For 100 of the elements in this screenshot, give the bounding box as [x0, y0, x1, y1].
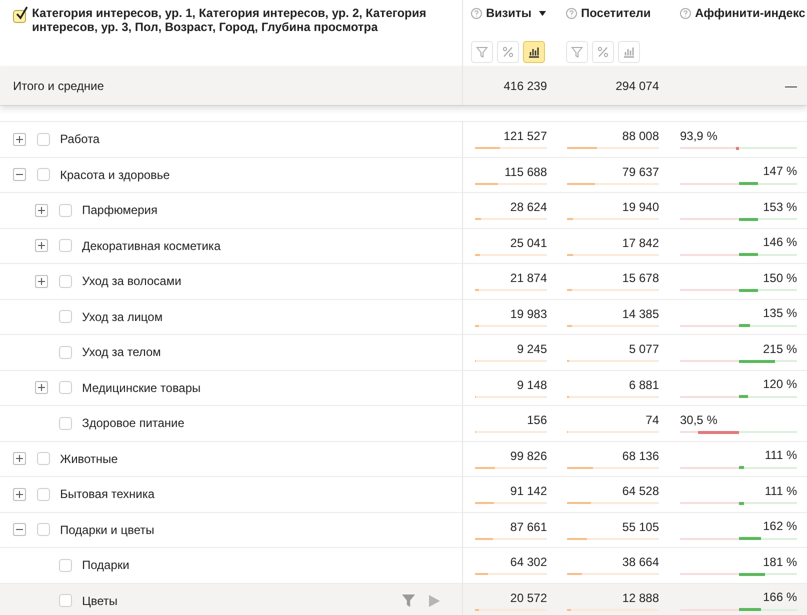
checkbox[interactable]: [37, 523, 50, 536]
visits-value: 19 983: [509, 306, 547, 322]
category-name: Цветы: [82, 592, 119, 610]
visitors-value: 68 136: [621, 448, 659, 464]
table-row[interactable]: Работа 121 527 88 008 93,9 %: [0, 122, 807, 158]
affinity-value: 135 %: [762, 306, 797, 322]
category-name: Декоративная косметика: [82, 238, 222, 255]
table-row[interactable]: Медицинские товары 9 148 6 881 120 %: [0, 370, 807, 406]
filter-button[interactable]: [471, 41, 493, 63]
filter-button[interactable]: [566, 41, 588, 63]
bar-chart-icon: [528, 46, 540, 58]
checkbox[interactable]: [37, 132, 50, 146]
visits-value: 99 826: [509, 448, 547, 464]
visits-value: 87 661: [509, 520, 547, 535]
column-header[interactable]: Аффинити-индекс: [695, 4, 806, 22]
category-name: Здоровое питание: [82, 415, 186, 432]
category-name: Животные: [60, 450, 119, 468]
plus-icon: [15, 134, 24, 144]
checkbox[interactable]: [59, 416, 72, 430]
percent-button[interactable]: [592, 41, 614, 63]
category-name: Подарки и цветы: [60, 522, 156, 539]
plus-icon: [37, 241, 46, 250]
percent-icon: [502, 46, 514, 58]
column-header[interactable]: Визиты: [486, 4, 546, 22]
table-row[interactable]: Подарки 64 302 38 664 181 %: [0, 548, 807, 584]
affinity-value: 166 %: [762, 590, 797, 606]
visits-value: 21 874: [509, 271, 547, 286]
affinity-total: —: [784, 78, 798, 94]
checkbox[interactable]: [37, 452, 50, 466]
filter-icon: [476, 46, 488, 58]
visits-value: 91 142: [509, 484, 547, 500]
table-row[interactable]: Животные 99 826 68 136 111 %: [0, 442, 807, 477]
help-icon[interactable]: [471, 8, 482, 18]
affinity-value: 153 %: [762, 200, 797, 215]
help-icon[interactable]: [680, 8, 691, 18]
expand-toggle[interactable]: [13, 452, 26, 466]
collapse-toggle[interactable]: [13, 523, 26, 536]
table-row[interactable]: Бытовая техника 91 142 64 528 111 %: [0, 477, 807, 512]
affinity-value: 120 %: [762, 377, 797, 392]
column-header[interactable]: Посетители: [581, 4, 651, 22]
table-row[interactable]: Декоративная косметика 25 041 17 842 146 %: [0, 228, 807, 264]
visitors-value: 38 664: [621, 555, 659, 570]
checkbox[interactable]: [37, 168, 50, 182]
checkbox[interactable]: [59, 346, 72, 359]
table-row[interactable]: Уход за телом 9 245 5 077 215 %: [0, 335, 807, 370]
help-icon[interactable]: [566, 8, 577, 18]
category-name: Парфюмерия: [82, 202, 159, 220]
expand-toggle[interactable]: [35, 381, 48, 394]
affinity-value: 215 %: [762, 342, 797, 357]
visits-value: 9 148: [516, 378, 547, 393]
dimensions-title: Категория интересов, ур. 1, Категория интересов, ур. 2, Категория интересов, ур. 3, Пол, Возраст, Город, Глубина просмотра: [32, 6, 428, 34]
table-row[interactable]: Уход за лицом 19 983 14 385 135 %: [0, 300, 807, 335]
affinity-value: 146 %: [762, 235, 797, 250]
table-row[interactable]: Цветы 20 572 12 888 166 %: [0, 584, 807, 615]
checkbox[interactable]: [37, 488, 50, 501]
visits-value: 64 302: [509, 555, 547, 570]
checkbox[interactable]: [59, 558, 72, 572]
visits-value: 156: [526, 413, 547, 428]
visitors-value: 5 077: [628, 342, 659, 358]
totals-label: Итого и средние: [0, 66, 463, 105]
visits-total: 416 239: [502, 78, 548, 94]
checkbox[interactable]: [59, 594, 72, 608]
category-name: Уход за волосами: [82, 273, 182, 290]
expand-toggle[interactable]: [35, 274, 48, 288]
filter-icon: [571, 46, 583, 58]
affinity-value: 162 %: [762, 519, 797, 534]
bar-chart-icon: [623, 46, 635, 58]
expand-toggle[interactable]: [35, 239, 48, 252]
visitors-value: 15 678: [621, 271, 659, 286]
visitors-value: 12 888: [621, 590, 659, 606]
checkbox[interactable]: [59, 274, 72, 288]
visitors-value: 14 385: [621, 306, 659, 322]
visitors-value: 17 842: [621, 236, 659, 251]
visits-value: 25 041: [509, 236, 547, 251]
table-row[interactable]: Уход за волосами 21 874 15 678 150 %: [0, 264, 807, 300]
table-row[interactable]: Здоровое питание 156 74 30,5 %: [0, 406, 807, 442]
visits-value: 121 527: [502, 129, 547, 144]
checkbox[interactable]: [59, 204, 72, 217]
bar-chart-button[interactable]: [523, 41, 545, 63]
plus-icon: [37, 383, 46, 392]
checkbox[interactable]: [59, 239, 72, 252]
affinity-value: 181 %: [762, 554, 797, 570]
affinity-value: 147 %: [762, 164, 797, 180]
table-row[interactable]: Парфюмерия 28 624 19 940 153 %: [0, 193, 807, 228]
expand-toggle[interactable]: [13, 132, 26, 146]
collapse-toggle[interactable]: [13, 168, 26, 182]
checkbox[interactable]: [59, 381, 72, 394]
plus-icon: [37, 206, 46, 215]
filter-icon[interactable]: [402, 594, 415, 608]
affinity-value: 30,5 %: [680, 412, 718, 428]
visits-value: 115 688: [504, 164, 547, 180]
table-row[interactable]: Красота и здоровье 115 688 79 637 147 %: [0, 158, 807, 193]
visitors-value: 6 881: [628, 378, 659, 393]
checkbox[interactable]: [59, 310, 72, 324]
table-row[interactable]: Подарки и цветы 87 661 55 105 162 %: [0, 512, 807, 548]
expand-toggle[interactable]: [13, 488, 26, 501]
percent-icon: [597, 46, 609, 58]
play-icon[interactable]: [429, 594, 440, 607]
expand-toggle[interactable]: [35, 204, 48, 217]
visitors-value: 74: [644, 413, 659, 428]
